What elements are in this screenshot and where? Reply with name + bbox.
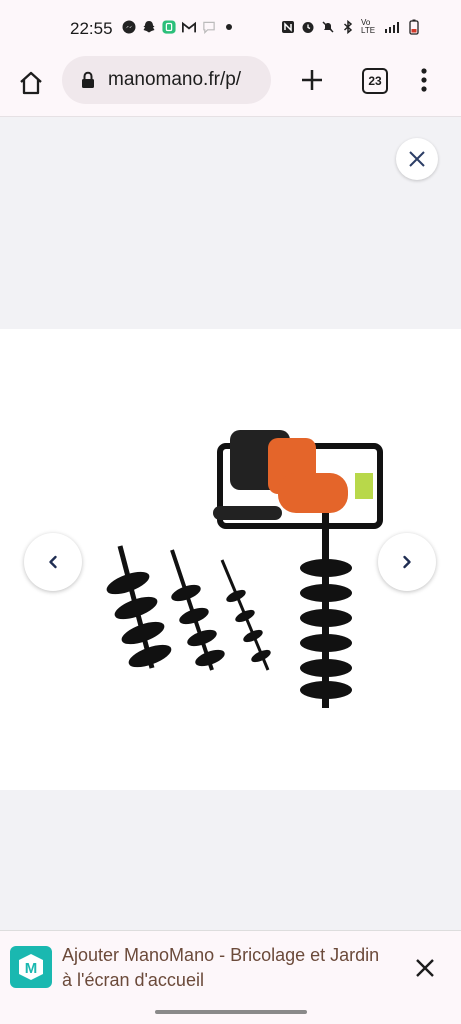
close-icon bbox=[409, 151, 425, 167]
add-to-home-banner[interactable]: M Ajouter ManoMano - Bricolage et Jardin… bbox=[0, 930, 461, 1005]
tab-switcher-button[interactable]: 23 bbox=[362, 68, 388, 94]
home-icon[interactable] bbox=[16, 68, 46, 98]
earth-auger-product-image bbox=[106, 430, 383, 708]
nfc-icon bbox=[281, 20, 295, 34]
close-gallery-button[interactable] bbox=[396, 138, 438, 180]
new-tab-icon[interactable] bbox=[298, 66, 326, 94]
app-icon bbox=[162, 20, 176, 34]
lock-icon bbox=[82, 71, 94, 88]
status-time: 22:55 bbox=[70, 19, 113, 38]
dot-icon bbox=[222, 20, 236, 34]
signal-5g-icon bbox=[383, 20, 401, 34]
address-bar[interactable]: manomano.fr/p/ bbox=[62, 56, 271, 104]
gallery-top-backdrop bbox=[0, 117, 461, 329]
battery-icon bbox=[407, 19, 421, 35]
volte-icon: Vo LTE bbox=[361, 18, 376, 35]
gmail-icon bbox=[182, 20, 196, 34]
previous-image-button[interactable] bbox=[24, 533, 82, 591]
gallery-bottom-backdrop bbox=[0, 790, 461, 930]
status-bar: 22:55 Vo LTE bbox=[0, 0, 461, 56]
messenger-icon bbox=[122, 20, 136, 34]
manomano-app-icon: M bbox=[10, 946, 52, 988]
snapchat-icon bbox=[142, 20, 156, 34]
gesture-handle[interactable] bbox=[155, 1010, 307, 1014]
mute-icon bbox=[321, 20, 335, 34]
svg-text:M: M bbox=[25, 960, 38, 977]
alarm-icon bbox=[301, 20, 315, 34]
more-menu-icon[interactable] bbox=[418, 66, 430, 94]
chevron-left-icon bbox=[49, 555, 57, 569]
navigation-bar bbox=[0, 1004, 461, 1024]
url-text: manomano.fr/p/ bbox=[108, 69, 242, 90]
add-to-home-text[interactable]: Ajouter ManoMano - Bricolage et Jardin à… bbox=[62, 943, 382, 993]
next-image-button[interactable] bbox=[378, 533, 436, 591]
browser-toolbar: manomano.fr/p/ 23 bbox=[0, 56, 461, 117]
bluetooth-icon bbox=[341, 20, 355, 34]
chevron-right-icon bbox=[403, 555, 411, 569]
close-icon[interactable] bbox=[414, 957, 436, 979]
chat-icon bbox=[202, 20, 216, 34]
